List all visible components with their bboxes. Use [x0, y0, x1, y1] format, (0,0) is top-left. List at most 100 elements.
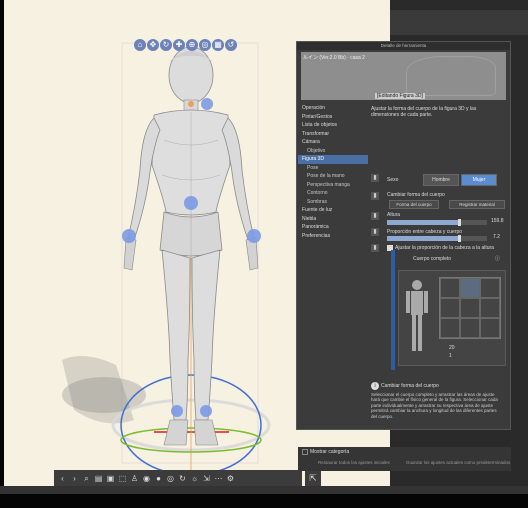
- head-ratio-label: Proporción entre cabeza y cuerpo: [387, 229, 463, 235]
- body-full-label: Cuerpo completo: [413, 256, 452, 262]
- male-label: Hombre: [432, 177, 450, 183]
- category-item[interactable]: Lista de objetos: [298, 121, 368, 130]
- register-material-label: Registrar material: [459, 202, 495, 207]
- settings-icon[interactable]: ⚙: [226, 474, 235, 483]
- category-item[interactable]: Transformar: [298, 130, 368, 139]
- category-list: Operación Pintar/Gestos Lista de objetos Tr…: [298, 104, 368, 449]
- pan-icon[interactable]: ✚: [173, 39, 185, 51]
- pin-icon[interactable]: ▮: [371, 228, 379, 236]
- move-icon[interactable]: ✥: [147, 39, 159, 51]
- grid-cell[interactable]: [440, 318, 460, 338]
- pin-icon[interactable]: ▮: [371, 212, 379, 220]
- show-category-label: Mostrar categoría: [310, 449, 350, 455]
- expand-icon[interactable]: ⇱: [305, 470, 321, 486]
- shape-header: Cambiar forma del cuerpo: [387, 192, 445, 198]
- male-button[interactable]: Hombre: [423, 174, 459, 186]
- category-item[interactable]: Figura 3D: [298, 155, 368, 164]
- orbit-icon[interactable]: ◎: [199, 39, 211, 51]
- lock-icon[interactable]: ▣: [106, 474, 115, 483]
- category-item[interactable]: Cámara: [298, 138, 368, 147]
- reset-all-button[interactable]: Restaurar todos los ajustes iniciales: [318, 460, 390, 465]
- save-defaults-button[interactable]: Guardar los ajustes actuales como predet…: [406, 460, 510, 465]
- show-category-checkbox[interactable]: [302, 449, 308, 455]
- object-launcher: ‹ › ⌕ ▤ ▣ ⬚ ♙ ◉ ● ◎ ↻ ☼ ⇲ ⋯ ⚙: [54, 470, 302, 486]
- layers-icon[interactable]: ▤: [94, 474, 103, 483]
- head-ratio-slider[interactable]: [387, 235, 487, 242]
- grid-cell[interactable]: [460, 298, 480, 318]
- head-ratio-fill: [387, 236, 459, 241]
- body-shape-label: Forma del cuerpo: [396, 202, 432, 207]
- camera-icon[interactable]: ◉: [142, 474, 151, 483]
- category-item[interactable]: Niebla: [298, 215, 368, 224]
- grid-cell[interactable]: [440, 298, 460, 318]
- body-shape-editor[interactable]: 20 1: [398, 270, 506, 366]
- gender-label: Sexo: [387, 177, 399, 183]
- status-bar: [0, 486, 528, 494]
- pose-icon[interactable]: ♙: [130, 474, 139, 483]
- category-item[interactable]: Operación: [298, 104, 368, 113]
- grid-cell[interactable]: [480, 318, 500, 338]
- height-slider-fill: [387, 220, 459, 225]
- register-material-button[interactable]: Registrar material: [449, 200, 505, 209]
- grid-cell[interactable]: [440, 278, 460, 298]
- category-item[interactable]: Objetivo: [298, 147, 368, 156]
- grid-cell[interactable]: [460, 318, 480, 338]
- ground-icon[interactable]: ▦: [212, 39, 224, 51]
- camera-icon[interactable]: ⌂: [134, 39, 146, 51]
- app-window: ⌂ ✥ ↻ ✚ ⊕ ◎ ▦ ↺ ‹ › ⌕ ▤ ▣ ⬚ ♙ ◉ ● ◎ ↻ ☼ …: [0, 0, 528, 508]
- preview-subtitle: [Editando Figura 3D]: [375, 93, 425, 99]
- more-icon[interactable]: ⋯: [214, 474, 223, 483]
- reset-icon[interactable]: ↺: [225, 39, 237, 51]
- grid-cell[interactable]: [480, 278, 500, 298]
- rotate-icon[interactable]: ↻: [178, 474, 187, 483]
- info-description: Seleccionar el cuerpo completo y arrastr…: [371, 392, 498, 419]
- shape-grid[interactable]: [439, 277, 501, 339]
- info-icon: i: [371, 382, 379, 390]
- tool-detail-panel: Detalle de herramienta ルイン (Ver.2.0 Bb) …: [296, 41, 511, 471]
- value-2: 1: [449, 353, 452, 359]
- category-item[interactable]: Contorno: [298, 189, 368, 198]
- pin-icon[interactable]: ▮: [371, 244, 379, 252]
- light-icon[interactable]: ☼: [190, 474, 199, 483]
- frame-icon[interactable]: ⬚: [118, 474, 127, 483]
- category-item[interactable]: Panorámica: [298, 223, 368, 232]
- panel-title[interactable]: Detalle de herramienta: [297, 42, 510, 50]
- category-item[interactable]: Pose: [298, 164, 368, 173]
- female-label: Mujer: [472, 177, 486, 183]
- value-1: 20: [449, 345, 455, 351]
- preview-title: ルイン (Ver.2.0 Bb) · casa 2: [303, 55, 365, 61]
- grid-cell[interactable]: [460, 278, 480, 298]
- record-icon[interactable]: ●: [154, 474, 163, 483]
- center-icon[interactable]: ◎: [166, 474, 175, 483]
- grid-cell[interactable]: [480, 298, 500, 318]
- rotate-icon[interactable]: ↻: [160, 39, 172, 51]
- category-item[interactable]: Sombras: [298, 198, 368, 207]
- search-icon[interactable]: ⌕: [82, 474, 91, 483]
- category-item[interactable]: Pintar/Gestos: [298, 113, 368, 122]
- height-slider-knob[interactable]: [458, 219, 461, 226]
- height-slider[interactable]: [387, 219, 487, 226]
- panel-footer: Mostrar categoría Restaurar todos los aj…: [298, 447, 511, 471]
- export-icon[interactable]: ⇲: [202, 474, 211, 483]
- zoom-icon[interactable]: ⊕: [186, 39, 198, 51]
- category-item[interactable]: Pose de la mano: [298, 172, 368, 181]
- adjust-label: Ajustar la proporción de la cabeza a la …: [395, 245, 494, 251]
- category-item[interactable]: Fuente de luz: [298, 206, 368, 215]
- height-value: 159.8: [491, 218, 504, 224]
- help-icon[interactable]: ⓘ: [495, 255, 500, 262]
- category-item[interactable]: Preferencias: [298, 232, 368, 241]
- body-shape-button[interactable]: Forma del cuerpo: [389, 200, 439, 209]
- head-ratio-knob[interactable]: [458, 235, 461, 242]
- 3d-toolbar: ⌂ ✥ ↻ ✚ ⊕ ◎ ▦ ↺: [134, 39, 256, 55]
- female-button[interactable]: Mujer: [461, 174, 497, 186]
- next-icon[interactable]: ›: [70, 474, 79, 483]
- preview-area: ルイン (Ver.2.0 Bb) · casa 2 [Editando Figu…: [301, 52, 506, 100]
- vertical-slider[interactable]: [391, 250, 395, 370]
- pin-icon[interactable]: ▮: [371, 174, 379, 182]
- prev-icon[interactable]: ‹: [58, 474, 67, 483]
- category-item[interactable]: Perspectiva manga: [298, 181, 368, 190]
- preview-sketch: [406, 56, 496, 96]
- pin-icon[interactable]: ▮: [371, 192, 379, 200]
- info-box: i Cambiar forma del cuerpo Seleccionar e…: [369, 380, 509, 430]
- body-thumbnail[interactable]: [402, 277, 432, 357]
